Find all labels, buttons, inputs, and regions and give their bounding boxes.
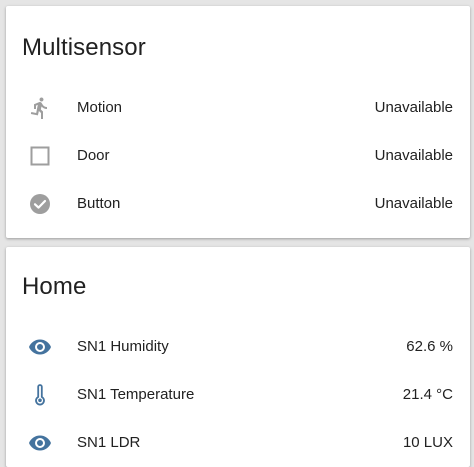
entity-state: 10 LUX (402, 434, 453, 451)
entity-state: 21.4 °C (402, 386, 453, 403)
motion-walk-icon (27, 95, 53, 121)
entity-label: Motion (77, 99, 123, 116)
home-card: Home SN1 Humidity 62.6 % SN1 Temperature… (6, 247, 470, 467)
entity-state: Unavailable (374, 147, 453, 164)
entity-label: SN1 Temperature (77, 386, 195, 403)
entity-label: Door (77, 147, 110, 164)
entity-row-sn1-ldr[interactable]: SN1 LDR 10 LUX (6, 423, 470, 463)
entity-state: Unavailable (374, 195, 453, 212)
checkbox-blank-icon (27, 143, 53, 169)
entity-row-sn1-humidity[interactable]: SN1 Humidity 62.6 % (6, 327, 470, 367)
entity-row-door[interactable]: Door Unavailable (6, 136, 470, 176)
thermometer-icon (27, 382, 53, 408)
multisensor-card: Multisensor Motion Unavailable Door Unav… (6, 6, 470, 238)
card-title: Multisensor (22, 34, 146, 61)
card-title: Home (22, 273, 87, 300)
entity-label: SN1 Humidity (77, 338, 169, 355)
entity-row-button[interactable]: Button Unavailable (6, 184, 470, 224)
entity-label: Button (77, 195, 121, 212)
entity-row-motion[interactable]: Motion Unavailable (6, 88, 470, 128)
entity-label: SN1 LDR (77, 434, 141, 451)
check-circle-icon (27, 191, 53, 217)
eye-icon (27, 430, 53, 456)
entity-state: 62.6 % (406, 338, 453, 355)
eye-icon (27, 334, 53, 360)
entity-state: Unavailable (374, 99, 453, 116)
entity-row-sn1-temperature[interactable]: SN1 Temperature 21.4 °C (6, 375, 470, 415)
